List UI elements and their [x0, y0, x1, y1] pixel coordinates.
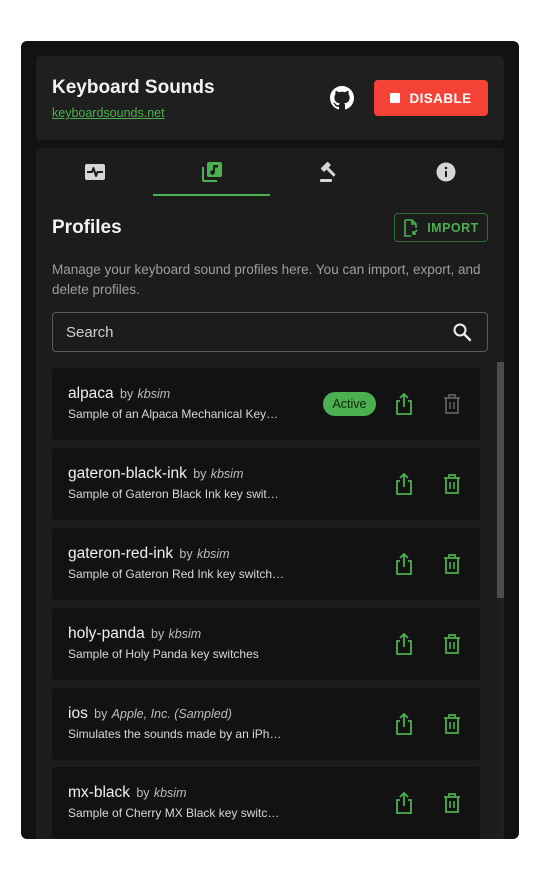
export-icon[interactable]	[393, 632, 415, 656]
list-item[interactable]: ios by Apple, Inc. (Sampled) Simulates t…	[52, 688, 480, 760]
tab-bar	[36, 148, 504, 196]
list-item[interactable]: mx-black by kbsim Sample of Cherry MX Bl…	[52, 767, 480, 839]
profile-by: by	[179, 547, 193, 561]
profiles-title: Profiles	[52, 217, 122, 238]
website-link[interactable]: keyboardsounds.net	[52, 106, 165, 120]
delete-icon[interactable]	[442, 713, 462, 735]
profile-name: gateron-red-ink	[68, 545, 174, 562]
delete-icon[interactable]	[442, 633, 462, 655]
tab-status[interactable]	[36, 148, 153, 196]
header: Keyboard Sounds keyboardsounds.net DISAB…	[36, 56, 504, 140]
profile-title: gateron-red-ink by kbsim	[68, 545, 230, 563]
search-field	[52, 312, 488, 352]
profile-description: Simulates the sounds made by an iPh…	[68, 727, 282, 741]
profiles-card: Profiles IMPORT Manage your keyboard sou…	[36, 148, 504, 839]
list-item[interactable]: alpaca by kbsim Sample of an Alpaca Mech…	[52, 368, 480, 440]
export-icon[interactable]	[393, 791, 415, 815]
profile-name: holy-panda	[68, 625, 145, 642]
profile-description: Sample of Cherry MX Black key switc…	[68, 806, 280, 820]
delete-icon[interactable]	[442, 473, 462, 495]
profile-title: alpaca by kbsim	[68, 385, 170, 403]
profile-author: Apple, Inc. (Sampled)	[111, 707, 232, 721]
profile-list: alpaca by kbsim Sample of an Alpaca Mech…	[52, 368, 480, 839]
profile-description: Sample of Gateron Black Ink key swit…	[68, 487, 279, 501]
stop-icon	[390, 93, 401, 103]
search-input[interactable]	[53, 313, 433, 351]
profile-title: gateron-black-ink by kbsim	[68, 465, 243, 483]
delete-icon	[444, 394, 460, 414]
disable-label: DISABLE	[409, 90, 472, 106]
profile-author: kbsim	[137, 387, 171, 401]
list-item[interactable]: gateron-red-ink by kbsim Sample of Gater…	[52, 528, 480, 600]
profiles-description: Manage your keyboard sound profiles here…	[52, 262, 481, 297]
profile-by: by	[151, 627, 165, 641]
list-item[interactable]: holy-panda by kbsim Sample of Holy Panda…	[52, 608, 480, 680]
search-icon[interactable]	[452, 322, 472, 342]
profile-author: kbsim	[196, 547, 230, 561]
export-icon[interactable]	[393, 552, 415, 576]
profile-name: mx-black	[68, 784, 131, 801]
delete-icon[interactable]	[442, 792, 462, 814]
profile-name: alpaca	[68, 385, 114, 402]
import-button[interactable]: IMPORT	[394, 213, 488, 242]
profile-author: kbsim	[210, 467, 244, 481]
gavel-icon	[319, 161, 336, 182]
profile-by: by	[94, 707, 108, 721]
export-icon[interactable]	[393, 392, 415, 416]
profile-description: Sample of Holy Panda key switches	[68, 647, 259, 661]
profile-title: holy-panda by kbsim	[68, 625, 201, 643]
tab-profiles[interactable]	[153, 148, 270, 196]
scrollbar-thumb[interactable]	[497, 362, 504, 598]
export-icon[interactable]	[393, 472, 415, 496]
profile-author: kbsim	[153, 786, 187, 800]
profile-name: gateron-black-ink	[68, 465, 187, 482]
import-label: IMPORT	[427, 220, 479, 235]
info-icon	[436, 162, 455, 182]
tab-rules[interactable]	[270, 148, 387, 196]
scrollbar[interactable]	[497, 362, 504, 839]
pulse-icon	[84, 164, 105, 180]
profile-name: ios	[68, 705, 88, 722]
profile-by: by	[193, 467, 207, 481]
popup-window: Keyboard Sounds keyboardsounds.net DISAB…	[21, 41, 519, 839]
active-badge: Active	[323, 392, 376, 416]
delete-icon[interactable]	[442, 553, 462, 575]
github-icon[interactable]	[330, 86, 354, 110]
disable-button[interactable]: DISABLE	[374, 80, 488, 116]
profile-description: Sample of Gateron Red Ink key switch…	[68, 567, 285, 581]
list-item[interactable]: gateron-black-ink by kbsim Sample of Gat…	[52, 448, 480, 520]
app-title: Keyboard Sounds	[52, 77, 215, 98]
tab-about[interactable]	[387, 148, 504, 196]
profile-title: mx-black by kbsim	[68, 784, 187, 802]
file-import-icon	[404, 218, 418, 237]
profile-author: kbsim	[168, 627, 202, 641]
music-library-icon	[201, 162, 222, 182]
export-icon[interactable]	[393, 712, 415, 736]
profile-description: Sample of an Alpaca Mechanical Key…	[68, 407, 279, 421]
profile-by: by	[136, 786, 150, 800]
profile-title: ios by Apple, Inc. (Sampled)	[68, 705, 232, 723]
profile-by: by	[120, 387, 134, 401]
